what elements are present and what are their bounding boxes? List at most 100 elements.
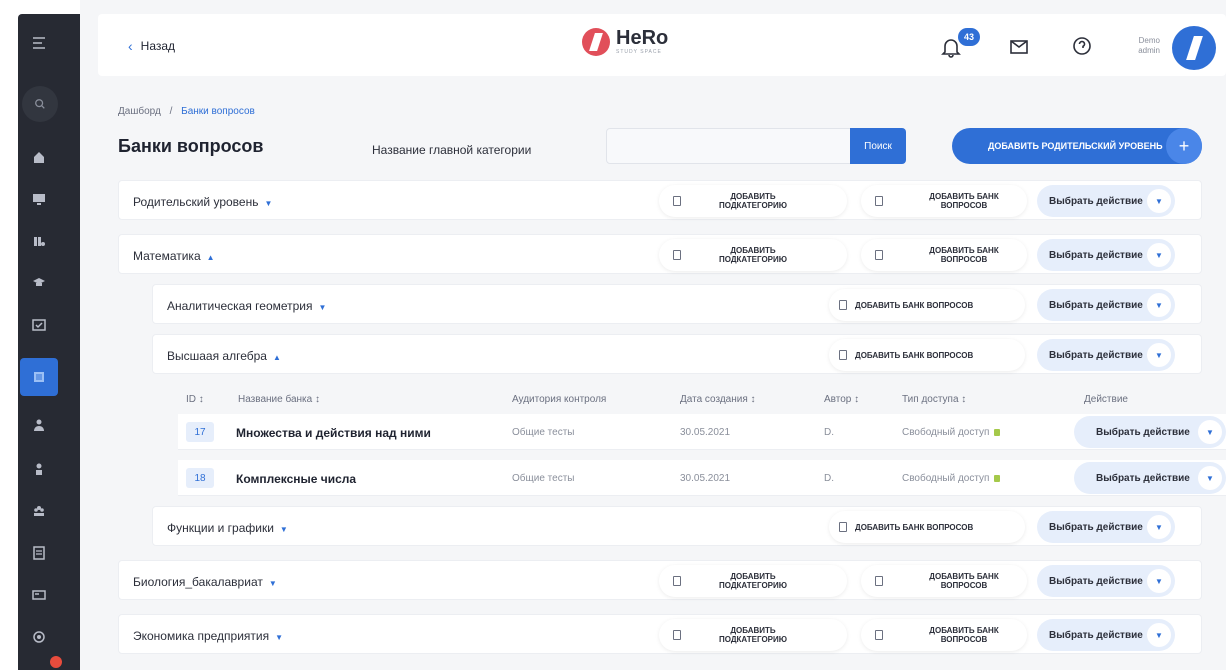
chevron-down-icon: ▼ (1147, 293, 1171, 317)
bank-access: Свободный доступ (902, 473, 1001, 484)
user-group-icon[interactable] (18, 408, 60, 442)
back-label: Назад (140, 39, 176, 53)
category-search-input[interactable] (606, 128, 852, 164)
category-row-math: Математика ▲ ДОБАВИТЬ ПОДКАТЕГОРИЮ ДОБАВИ… (118, 234, 1202, 274)
user-info[interactable]: Demo admin (1118, 36, 1160, 56)
column-action: Действие (1084, 394, 1128, 405)
choose-action-dropdown[interactable]: Выбрать действие ▼ (1037, 619, 1175, 651)
chevron-down-icon: ▼ (1147, 569, 1171, 593)
add-bank-button[interactable]: ДОБАВИТЬ БАНК ВОПРОСОВ (861, 619, 1027, 651)
column-access[interactable]: Тип доступа ↕ (902, 394, 966, 405)
chevron-down-icon: ▼ (1147, 189, 1171, 213)
quiz-icon[interactable] (18, 308, 60, 342)
bank-name[interactable]: Комплексные числа (236, 472, 356, 486)
category-label[interactable]: Биология_бакалавриат ▼ (133, 575, 277, 589)
add-subcategory-button[interactable]: ДОБАВИТЬ ПОДКАТЕГОРИЮ (659, 185, 847, 217)
team-icon[interactable] (18, 494, 60, 528)
document-icon (875, 196, 883, 206)
category-row-analytic: Аналитическая геометрия ▼ ДОБАВИТЬ БАНК В… (152, 284, 1202, 324)
choose-action-dropdown[interactable]: Выбрать действие ▼ (1074, 416, 1226, 448)
category-label[interactable]: Математика ▲ (133, 249, 215, 263)
filter-label: Название главной категории (372, 143, 532, 157)
category-row-algebra: Высшаая алгебра ▲ ДОБАВИТЬ БАНК ВОПРОСОВ … (152, 334, 1202, 374)
add-subcategory-button[interactable]: ДОБАВИТЬ ПОДКАТЕГОРИЮ (659, 239, 847, 271)
help-icon[interactable] (1072, 36, 1092, 56)
graduation-icon[interactable] (18, 266, 60, 300)
caret-up-icon[interactable]: ▲ (273, 353, 281, 362)
add-bank-button[interactable]: ДОБАВИТЬ БАНК ВОПРОСОВ (829, 289, 1025, 321)
user-icon[interactable] (18, 452, 60, 486)
document-icon (673, 196, 681, 206)
add-parent-level-button[interactable]: ДОБАВИТЬ РОДИТЕЛЬСКИЙ УРОВЕНЬ + (952, 128, 1202, 164)
choose-action-dropdown[interactable]: Выбрать действие ▼ (1037, 565, 1175, 597)
bank-date: 30.05.2021 (680, 473, 731, 484)
document-icon (673, 576, 681, 586)
home-icon[interactable] (18, 140, 60, 174)
choose-action-dropdown[interactable]: Выбрать действие ▼ (1037, 289, 1175, 321)
category-row-economics: Экономика предприятия ▼ ДОБАВИТЬ ПОДКАТЕГ… (118, 614, 1202, 654)
column-name[interactable]: Название банка ↕ (238, 394, 320, 405)
add-bank-button[interactable]: ДОБАВИТЬ БАНК ВОПРОСОВ (861, 185, 1027, 217)
add-bank-button[interactable]: ДОБАВИТЬ БАНК ВОПРОСОВ (829, 511, 1025, 543)
chevron-down-icon: ▼ (1147, 515, 1171, 539)
search-button[interactable]: Поиск (850, 128, 906, 164)
add-subcategory-button[interactable]: ДОБАВИТЬ ПОДКАТЕГОРИЮ (659, 619, 847, 651)
logo-icon (582, 28, 610, 56)
column-date[interactable]: Дата создания ↕ (680, 394, 756, 405)
library-icon[interactable] (18, 224, 60, 258)
choose-action-dropdown[interactable]: Выбрать действие ▼ (1037, 339, 1175, 371)
category-row-biology: Биология_бакалавриат ▼ ДОБАВИТЬ ПОДКАТЕГО… (118, 560, 1202, 600)
monitor-icon[interactable] (18, 182, 60, 216)
breadcrumb-home[interactable]: Дашборд (118, 106, 161, 117)
document-icon (875, 250, 883, 260)
bank-access: Свободный доступ (902, 427, 1001, 438)
caret-up-icon[interactable]: ▲ (207, 253, 215, 262)
settings-icon[interactable] (18, 620, 60, 654)
sidebar (0, 0, 80, 670)
caret-down-icon[interactable]: ▼ (275, 633, 283, 642)
chevron-down-icon: ▼ (1198, 466, 1222, 490)
choose-action-dropdown[interactable]: Выбрать действие ▼ (1037, 239, 1175, 271)
caret-down-icon[interactable]: ▼ (264, 199, 272, 208)
logo[interactable]: HeRo STUDY SPACE (582, 28, 668, 56)
document-icon (839, 350, 847, 360)
table-row: 17 Множества и действия над ними Общие т… (178, 414, 1226, 450)
chevron-down-icon: ▼ (1147, 623, 1171, 647)
card-icon[interactable] (18, 578, 60, 612)
breadcrumb-separator: / (169, 106, 173, 117)
add-subcategory-button[interactable]: ДОБАВИТЬ ПОДКАТЕГОРИЮ (659, 565, 847, 597)
bank-audience: Общие тесты (512, 427, 575, 438)
add-bank-button[interactable]: ДОБАВИТЬ БАНК ВОПРОСОВ (829, 339, 1025, 371)
question-bank-icon[interactable] (20, 358, 58, 396)
add-bank-button[interactable]: ДОБАВИТЬ БАНК ВОПРОСОВ (861, 565, 1027, 597)
back-link[interactable]: ‹ Назад (128, 38, 175, 54)
category-label[interactable]: Экономика предприятия ▼ (133, 629, 283, 643)
caret-down-icon[interactable]: ▼ (319, 303, 327, 312)
category-label[interactable]: Функции и графики ▼ (167, 521, 288, 535)
add-bank-button[interactable]: ДОБАВИТЬ БАНК ВОПРОСОВ (861, 239, 1027, 271)
document-icon[interactable] (18, 536, 60, 570)
document-icon (839, 300, 847, 310)
chevron-down-icon: ▼ (1147, 243, 1171, 267)
caret-down-icon[interactable]: ▼ (269, 579, 277, 588)
column-author[interactable]: Автор ↕ (824, 394, 859, 405)
caret-down-icon[interactable]: ▼ (280, 525, 288, 534)
menu-icon[interactable] (18, 26, 60, 60)
choose-action-dropdown[interactable]: Выбрать действие ▼ (1037, 185, 1175, 217)
category-label[interactable]: Высшаая алгебра ▲ (167, 349, 281, 363)
mail-icon[interactable] (1010, 40, 1028, 54)
avatar[interactable] (1172, 26, 1216, 70)
document-icon (875, 630, 883, 640)
table-row: 18 Комплексные числа Общие тесты 30.05.2… (178, 460, 1226, 496)
lock-icon (994, 475, 1001, 482)
document-icon (839, 522, 847, 532)
choose-action-dropdown[interactable]: Выбрать действие ▼ (1074, 462, 1226, 494)
column-id[interactable]: ID ↕ (186, 394, 204, 405)
search-icon[interactable] (22, 86, 58, 122)
column-audience: Аудитория контроля (512, 394, 607, 405)
choose-action-dropdown[interactable]: Выбрать действие ▼ (1037, 511, 1175, 543)
bank-name[interactable]: Множества и действия над ними (236, 426, 431, 440)
category-label[interactable]: Родительский уровень ▼ (133, 195, 272, 209)
category-label[interactable]: Аналитическая геометрия ▼ (167, 299, 326, 313)
document-icon (673, 250, 681, 260)
